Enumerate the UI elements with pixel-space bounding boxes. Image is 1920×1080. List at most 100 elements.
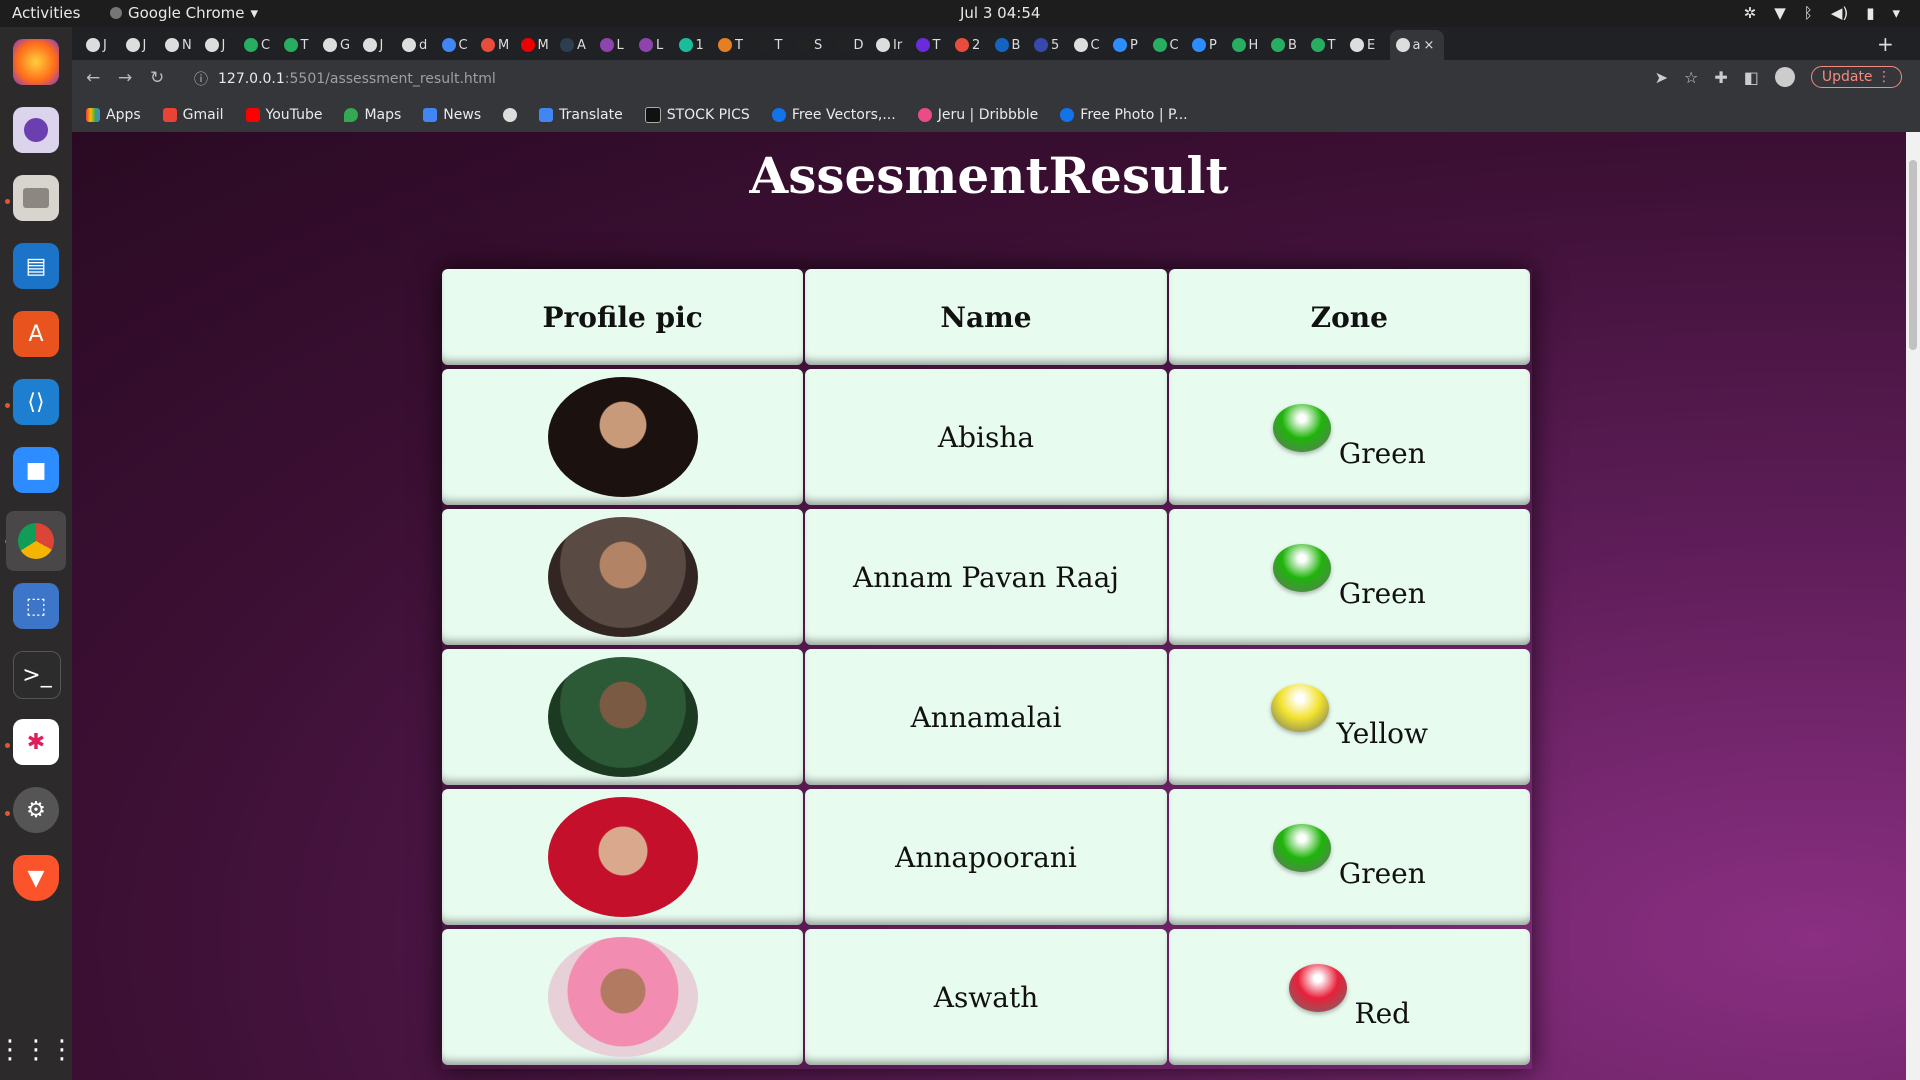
scrollbar-thumb[interactable]	[1909, 160, 1917, 350]
screenshot-tool-icon[interactable]: ⬚	[13, 583, 59, 629]
browser-tab[interactable]: C	[1073, 33, 1112, 57]
browser-tab[interactable]: L	[599, 33, 638, 57]
tab-favicon-icon	[481, 38, 495, 52]
volume-icon[interactable]: ◀)	[1831, 4, 1848, 22]
browser-tab[interactable]: P	[1113, 33, 1151, 57]
browser-tab[interactable]: 1	[678, 33, 717, 57]
bookmark-news[interactable]: News	[423, 107, 481, 123]
profile-avatar-icon[interactable]	[1774, 67, 1795, 87]
browser-tab[interactable]: 2	[955, 33, 993, 57]
browser-tab[interactable]: J	[86, 33, 124, 57]
tab-close-icon[interactable]: ×	[1423, 38, 1434, 53]
chrome-icon[interactable]	[6, 511, 66, 571]
browser-tab[interactable]: N	[165, 33, 203, 57]
slack-icon[interactable]: ✱	[13, 719, 59, 765]
browser-tab[interactable]: J	[362, 33, 401, 57]
browser-tab[interactable]: G	[323, 33, 361, 57]
profile-pic-cell	[442, 929, 804, 1065]
browser-tab[interactable]: P	[1192, 33, 1230, 57]
tab-title: C	[458, 37, 468, 53]
bookmark-translate[interactable]: Translate	[539, 107, 623, 123]
bookmark-gmail[interactable]: Gmail	[162, 107, 224, 123]
slack-tray-icon[interactable]: ✲	[1744, 4, 1757, 22]
send-tab-icon[interactable]: ➤	[1655, 68, 1668, 87]
tab-title: 1	[695, 37, 704, 53]
browser-tab[interactable]: H	[1231, 33, 1270, 57]
browser-tab[interactable]: C	[1152, 33, 1191, 57]
terminal-icon[interactable]: >_	[13, 651, 61, 699]
browser-tab[interactable]: T	[718, 33, 756, 57]
browser-tab[interactable]: M	[520, 33, 559, 57]
address-bar[interactable]: ⓘ 127.0.0.1:5501/assessment_result.html	[182, 64, 1742, 94]
browser-tab[interactable]: S	[797, 33, 835, 57]
tab-favicon-icon	[1113, 38, 1127, 52]
browser-tab[interactable]: C	[244, 33, 282, 57]
forward-arrow-icon[interactable]: →	[118, 68, 132, 88]
browser-tab[interactable]: T	[1310, 33, 1349, 57]
battery-icon[interactable]: ▮	[1866, 4, 1874, 22]
system-tray[interactable]: ✲ ▼ ᛒ ◀) ▮ ▾	[1744, 4, 1900, 22]
browser-tab[interactable]: E	[1350, 33, 1388, 57]
show-apps-grid-icon[interactable]: ⋮⋮⋮	[0, 1027, 75, 1073]
zoom-icon[interactable]: ■	[13, 447, 59, 493]
firefox-icon[interactable]	[13, 39, 59, 85]
browser-tab[interactable]: B	[1271, 33, 1309, 57]
page-scrollbar[interactable]	[1906, 132, 1920, 1080]
browser-tab[interactable]: T	[915, 33, 954, 57]
browser-tab[interactable]: M	[481, 33, 519, 57]
brave-icon[interactable]: ▼	[13, 855, 59, 901]
wifi-icon[interactable]: ▼	[1774, 4, 1786, 22]
browser-tab[interactable]: 5	[1034, 33, 1072, 57]
app-menu[interactable]: Google Chrome ▾	[110, 4, 258, 22]
bookmark-stock-pics[interactable]: STOCK PICS	[644, 107, 750, 123]
chevron-down-icon[interactable]: ▾	[1892, 4, 1900, 22]
new-tab-button[interactable]: +	[1877, 32, 1894, 56]
software-center-icon[interactable]: A	[13, 311, 59, 357]
settings-gear-icon[interactable]: ⚙	[13, 787, 59, 833]
bookmark-maps[interactable]: Maps	[344, 107, 401, 123]
tab-title: C	[261, 37, 271, 53]
tab-favicon-icon	[125, 38, 140, 52]
files-icon[interactable]	[13, 175, 59, 221]
reload-icon[interactable]: ↻	[150, 68, 164, 88]
tab-title: a	[1412, 37, 1421, 53]
bookmark-star-icon[interactable]: ☆	[1684, 68, 1698, 87]
tab-title: J	[221, 37, 226, 53]
bluetooth-icon[interactable]: ᛒ	[1804, 4, 1813, 22]
browser-tab[interactable]: d	[402, 33, 440, 57]
bookmark-globe[interactable]	[503, 108, 518, 122]
browser-tab[interactable]: D	[836, 33, 875, 57]
bookmark-free-vectors[interactable]: Free Vectors,...	[771, 107, 896, 123]
student-name: Annamalai	[910, 700, 1062, 734]
browser-tab[interactable]: T	[283, 33, 322, 57]
browser-tab[interactable]: T	[757, 33, 796, 57]
extensions-puzzle-icon[interactable]: ✚	[1714, 68, 1727, 87]
browser-tab[interactable]: B	[994, 33, 1033, 57]
zone-light-icon	[1288, 964, 1347, 1012]
update-button[interactable]: Update ⋮	[1810, 66, 1902, 88]
browser-tab[interactable]: A	[560, 33, 598, 57]
tab-title: D	[853, 37, 864, 53]
bookmark-free-photo[interactable]: Free Photo | P...	[1060, 107, 1188, 123]
profile-pic-cell	[442, 509, 804, 645]
browser-tab[interactable]: J	[125, 33, 164, 57]
back-arrow-icon[interactable]: ←	[86, 68, 100, 88]
browser-tab[interactable]: C	[441, 33, 480, 57]
tab-favicon-icon	[1152, 38, 1167, 52]
vscode-icon[interactable]: ⟨⟩	[13, 379, 59, 425]
side-panel-icon[interactable]: ◧	[1744, 68, 1759, 87]
url-host: 127.0.0.1	[218, 71, 285, 87]
bookmark-dribbble[interactable]: Jeru | Dribbble	[917, 107, 1038, 123]
clock[interactable]: Jul 3 04:54	[960, 4, 1040, 22]
libreoffice-writer-icon[interactable]: ▤	[13, 243, 59, 289]
browser-tab[interactable]: J	[204, 33, 243, 57]
browser-tab[interactable]: a ×	[1389, 30, 1444, 60]
browser-tab[interactable]: L	[639, 33, 677, 57]
bookmark-youtube[interactable]: YouTube	[245, 107, 322, 123]
translate-icon	[539, 108, 554, 122]
site-info-icon[interactable]: ⓘ	[194, 69, 208, 89]
activities-button[interactable]: Activities	[12, 4, 80, 22]
browser-tab[interactable]: Ir	[876, 33, 914, 57]
screen-recorder-icon[interactable]	[13, 107, 59, 153]
bookmark-apps[interactable]: Apps	[86, 107, 141, 123]
